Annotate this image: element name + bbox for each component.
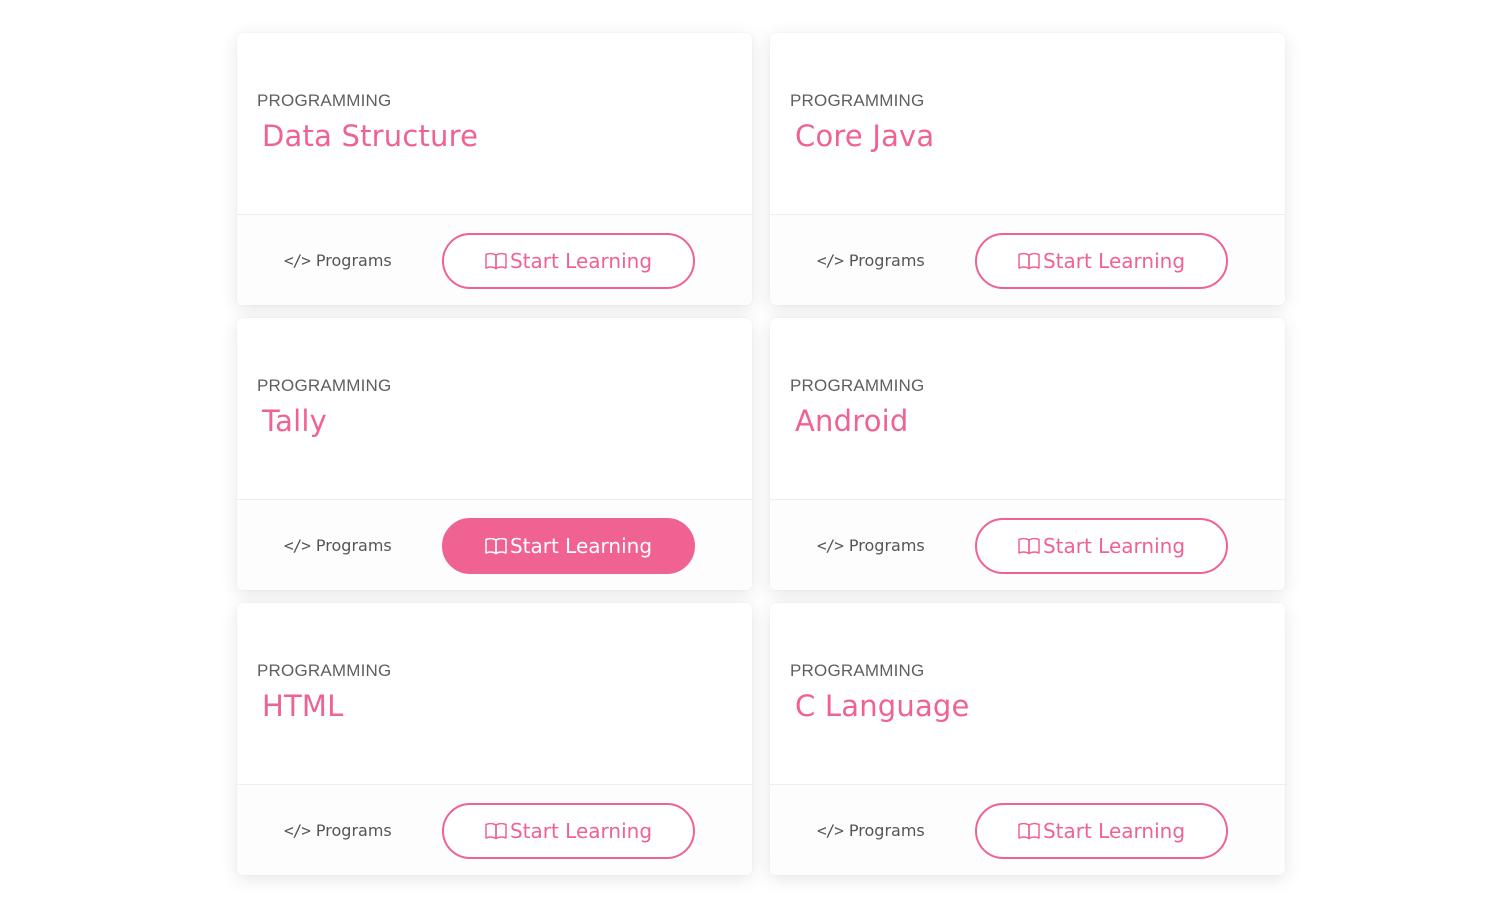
book-icon [485,252,507,270]
start-learning-label: Start Learning [1042,534,1186,558]
start-learning-button[interactable]: Start Learning [442,803,695,859]
code-icon: </> [817,251,844,270]
book-icon [485,822,507,840]
course-category: PROGRAMMING [257,376,392,395]
programs-meta: </> Programs [284,251,392,270]
course-card-footer: </> Programs Start Learning [237,785,752,875]
course-title[interactable]: HTML [262,689,344,723]
programs-label: Programs [848,536,925,555]
course-title[interactable]: Tally [262,404,327,438]
programs-meta: </> Programs [284,536,392,555]
course-card: PROGRAMMING Android </> Programs Start L… [770,318,1285,590]
course-card-header: PROGRAMMING Android [770,318,1285,500]
start-learning-label: Start Learning [1042,249,1186,273]
programs-label: Programs [848,821,925,840]
course-card: PROGRAMMING C Language </> Programs Star… [770,603,1285,875]
course-title[interactable]: Core Java [795,119,934,153]
course-category: PROGRAMMING [790,91,925,110]
course-card-footer: </> Programs Start Learning [770,215,1285,305]
programs-meta: </> Programs [817,251,925,270]
course-category: PROGRAMMING [790,376,925,395]
start-learning-label: Start Learning [1042,819,1186,843]
book-icon [1018,252,1040,270]
book-icon [485,537,507,555]
course-card-header: PROGRAMMING C Language [770,603,1285,785]
course-grid: PROGRAMMING Data Structure </> Programs … [237,33,1285,875]
start-learning-label: Start Learning [509,534,653,558]
book-icon [1018,822,1040,840]
start-learning-button[interactable]: Start Learning [442,518,695,574]
course-title[interactable]: Data Structure [262,119,478,153]
course-category: PROGRAMMING [257,91,392,110]
course-card: PROGRAMMING Data Structure </> Programs … [237,33,752,305]
code-icon: </> [817,821,844,840]
course-card: PROGRAMMING Tally </> Programs Start Lea… [237,318,752,590]
book-icon [1018,537,1040,555]
course-card-header: PROGRAMMING HTML [237,603,752,785]
course-category: PROGRAMMING [257,661,392,680]
start-learning-label: Start Learning [509,249,653,273]
course-card: PROGRAMMING Core Java </> Programs Start… [770,33,1285,305]
code-icon: </> [817,536,844,555]
course-card-header: PROGRAMMING Data Structure [237,33,752,215]
programs-label: Programs [315,251,392,270]
programs-label: Programs [315,536,392,555]
start-learning-button[interactable]: Start Learning [442,233,695,289]
start-learning-button[interactable]: Start Learning [975,803,1228,859]
course-card-header: PROGRAMMING Tally [237,318,752,500]
code-icon: </> [284,821,311,840]
course-category: PROGRAMMING [790,661,925,680]
programs-meta: </> Programs [284,821,392,840]
course-title[interactable]: Android [795,404,909,438]
code-icon: </> [284,251,311,270]
start-learning-button[interactable]: Start Learning [975,518,1228,574]
course-card-header: PROGRAMMING Core Java [770,33,1285,215]
course-card-footer: </> Programs Start Learning [237,215,752,305]
course-title[interactable]: C Language [795,689,970,723]
course-card: PROGRAMMING HTML </> Programs Start Lear… [237,603,752,875]
start-learning-label: Start Learning [509,819,653,843]
programs-label: Programs [848,251,925,270]
start-learning-button[interactable]: Start Learning [975,233,1228,289]
course-card-footer: </> Programs Start Learning [237,500,752,590]
programs-meta: </> Programs [817,821,925,840]
code-icon: </> [284,536,311,555]
programs-label: Programs [315,821,392,840]
course-card-footer: </> Programs Start Learning [770,785,1285,875]
course-card-footer: </> Programs Start Learning [770,500,1285,590]
programs-meta: </> Programs [817,536,925,555]
